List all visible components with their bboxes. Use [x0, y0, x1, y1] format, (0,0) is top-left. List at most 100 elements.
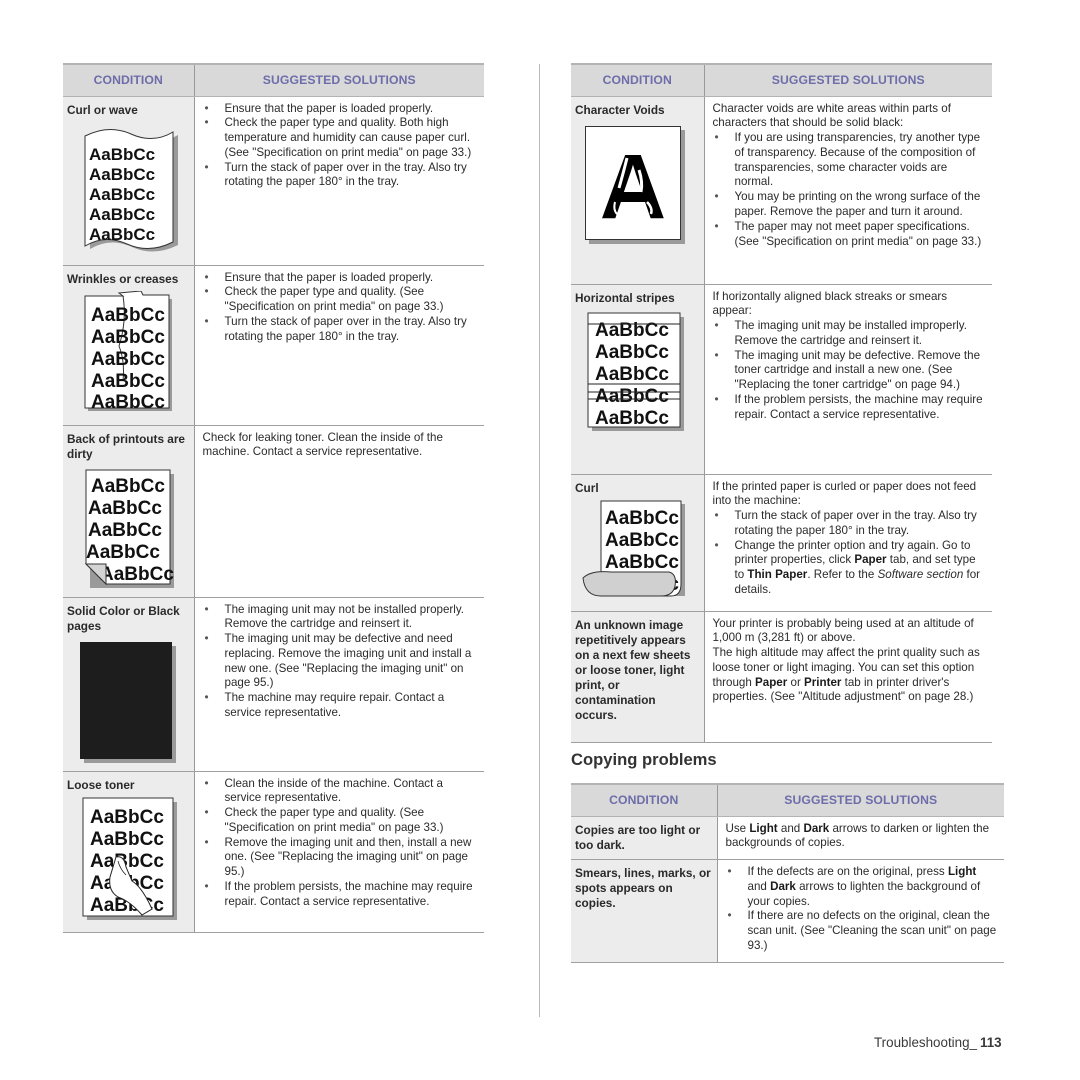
condition-header: CONDITION — [571, 783, 718, 817]
condition-label: Loose toner — [67, 777, 135, 792]
condition-label: Smears, lines, marks, or spots appears o… — [575, 866, 711, 911]
dark-button-label: Dark — [770, 879, 796, 893]
solution-bullet: Check the paper type and quality. (See "… — [203, 806, 479, 836]
sample-text-line: AaBbCc — [605, 552, 679, 573]
page-number: 113 — [979, 1035, 1002, 1050]
sample-text-line: AaBbCc — [89, 145, 155, 164]
horizontal-stripes-illustration: AaBbCc AaBbCc AaBbCc AaBbCc AaBbCc — [587, 312, 700, 432]
condition-label: Curl — [575, 480, 599, 495]
light-button-label: Light — [947, 865, 977, 879]
solution-bullet: The machine may require repair. Contact … — [203, 691, 479, 721]
condition-cell: Smears, lines, marks, or spots appears o… — [571, 859, 718, 963]
table-row: Wrinkles or creases AaBbCc AaBbCc AaBbCc… — [63, 265, 484, 426]
condition-cell: An unknown image repetitively appears on… — [571, 611, 705, 743]
sample-text-line: AaBbCc — [89, 185, 155, 204]
solution-bullet: The paper may not meet paper specificati… — [713, 220, 987, 250]
sample-text-line: AaBbCc — [595, 364, 669, 385]
paper-tab-label: Paper — [755, 675, 788, 689]
sample-text-line: AaBbCc — [91, 371, 165, 392]
sample-text-line: AaBbCc — [91, 327, 165, 348]
solution-cell: If the printed paper is curled or paper … — [704, 474, 992, 612]
void-letter: A — [600, 136, 666, 238]
condition-cell: Curl AaBbCc AaBbCc AaBbCc AaBbCc — [571, 474, 705, 612]
solution-cell: Check for leaking toner. Clean the insid… — [194, 425, 484, 598]
character-void-illustration: A — [585, 125, 700, 244]
solution-cell: Character voids are white areas within p… — [704, 96, 992, 285]
section-title: Copying problems — [571, 750, 717, 769]
print-quality-table-left: CONDITION SUGGESTED SOLUTIONS Curl or wa… — [63, 63, 484, 933]
text-run: or — [787, 675, 805, 689]
solution-bullet: The imaging unit may be defective and ne… — [203, 632, 479, 691]
light-button-label: Light — [749, 821, 778, 835]
solution-bullet: If the problem persists, the machine may… — [203, 880, 479, 910]
solution-intro: If horizontally aligned black streaks or… — [712, 289, 948, 318]
condition-cell: Loose toner AaBbCc AaBbCc AaBbCc AaBbCc … — [63, 771, 195, 933]
solution-bullet: Check the paper type and quality. Both h… — [203, 116, 479, 160]
solution-cell: Ensure that the paper is loaded properly… — [194, 96, 484, 266]
condition-label: Horizontal stripes — [575, 290, 675, 305]
condition-cell: Back of printouts are dirty AaBbCc AaBbC… — [63, 425, 195, 598]
sample-text-line: AaBbCc — [595, 342, 669, 363]
condition-cell: Copies are too light or too dark. — [571, 816, 718, 861]
solution-cell: If horizontally aligned black streaks or… — [704, 284, 992, 475]
solution-text: The high altitude may affect the print q… — [713, 646, 987, 705]
text-run: Use — [725, 821, 750, 835]
table-row: Character Voids A Character voids are wh… — [571, 96, 992, 285]
solution-text: Use Light and Dark arrows to darken or l… — [726, 822, 999, 852]
sample-text-line: AaBbCc — [88, 520, 162, 541]
solution-intro: If the printed paper is curled or paper … — [712, 479, 977, 508]
sample-text-line: AaBbCc — [91, 392, 165, 413]
solution-bullet: You may be printing on the wrong surface… — [713, 190, 987, 220]
condition-cell: Wrinkles or creases AaBbCc AaBbCc AaBbCc… — [63, 265, 195, 426]
solution-bullet: Ensure that the paper is loaded properly… — [203, 102, 479, 117]
table-row: Copies are too light or too dark. Use Li… — [571, 816, 1004, 861]
solution-cell: Ensure that the paper is loaded properly… — [194, 265, 484, 426]
condition-label: Character Voids — [575, 102, 665, 117]
table-row: Smears, lines, marks, or spots appears o… — [571, 859, 1004, 963]
sample-text-line: AaBbCc — [91, 476, 165, 497]
thin-paper-label: Thin Paper — [747, 568, 808, 582]
sample-text-line: AaBbCc — [91, 305, 165, 326]
print-quality-table-right: CONDITION SUGGESTED SOLUTIONS Character … — [571, 63, 992, 743]
table-row: An unknown image repetitively appears on… — [571, 611, 992, 743]
condition-cell: Curl or wave AaBbCc AaBbCc AaBbCc AaBbCc… — [63, 96, 195, 266]
solution-bullet: The imaging unit may not be installed pr… — [203, 603, 479, 633]
text-run: . Refer to the — [807, 568, 878, 582]
printer-tab-label: Printer — [804, 675, 842, 689]
sample-text-line: AaBbCc — [91, 349, 165, 370]
condition-label: Copies are too light or too dark. — [575, 822, 701, 852]
creased-paper-illustration: AaBbCc AaBbCc AaBbCc AaBbCc AaBbCc — [83, 290, 190, 413]
solution-bullet: Turn the stack of paper over in the tray… — [203, 161, 479, 191]
sample-text-line: AaBbCc — [595, 386, 669, 407]
solution-bullet: Check the paper type and quality. (See "… — [203, 285, 479, 315]
solution-bullet: If the defects are on the original, pres… — [726, 865, 999, 909]
page-footer: Troubleshooting_ 113 — [874, 1035, 1002, 1051]
solution-bullet: Turn the stack of paper over in the tray… — [713, 509, 987, 539]
sample-text-line: AaBbCc — [100, 564, 174, 585]
sample-text-line: AaBbCc — [605, 508, 679, 529]
solution-bullet: Clean the inside of the machine. Contact… — [203, 777, 479, 807]
condition-label: An unknown image repetitively appears on… — [575, 617, 691, 722]
sample-text-line: AaBbCc — [88, 498, 162, 519]
condition-label: Wrinkles or creases — [67, 271, 179, 286]
sample-text-line: AaBbCc — [90, 807, 164, 828]
sample-text-line: AaBbCc — [605, 530, 679, 551]
solution-cell: Use Light and Dark arrows to darken or l… — [717, 816, 1004, 861]
text-run: If the defects are on the original, pres… — [747, 865, 948, 879]
sample-text-line: AaBbCc — [595, 408, 669, 429]
table-row: Solid Color or Black pages The imaging u… — [63, 597, 484, 772]
sample-text-line: AaBbCc — [90, 829, 164, 850]
text-run: and — [777, 821, 804, 835]
solution-cell: If the defects are on the original, pres… — [717, 859, 1004, 963]
condition-label: Solid Color or Black pages — [67, 603, 180, 633]
solution-bullet: If the problem persists, the machine may… — [713, 393, 987, 423]
solution-cell: The imaging unit may not be installed pr… — [194, 597, 484, 772]
sample-text-line: AaBbCc — [86, 542, 160, 563]
table-row: Curl or wave AaBbCc AaBbCc AaBbCc AaBbCc… — [63, 96, 484, 266]
solution-text: Check for leaking toner. Clean the insid… — [202, 430, 443, 459]
text-run: and — [747, 879, 771, 893]
condition-header: CONDITION — [63, 63, 195, 97]
solution-bullet: Change the printer option and try again.… — [713, 539, 987, 598]
paper-tab-label: Paper — [854, 553, 887, 567]
folded-corner-paper-illustration: AaBbCc AaBbCc AaBbCc AaBbCc AaBbCc — [76, 468, 190, 590]
